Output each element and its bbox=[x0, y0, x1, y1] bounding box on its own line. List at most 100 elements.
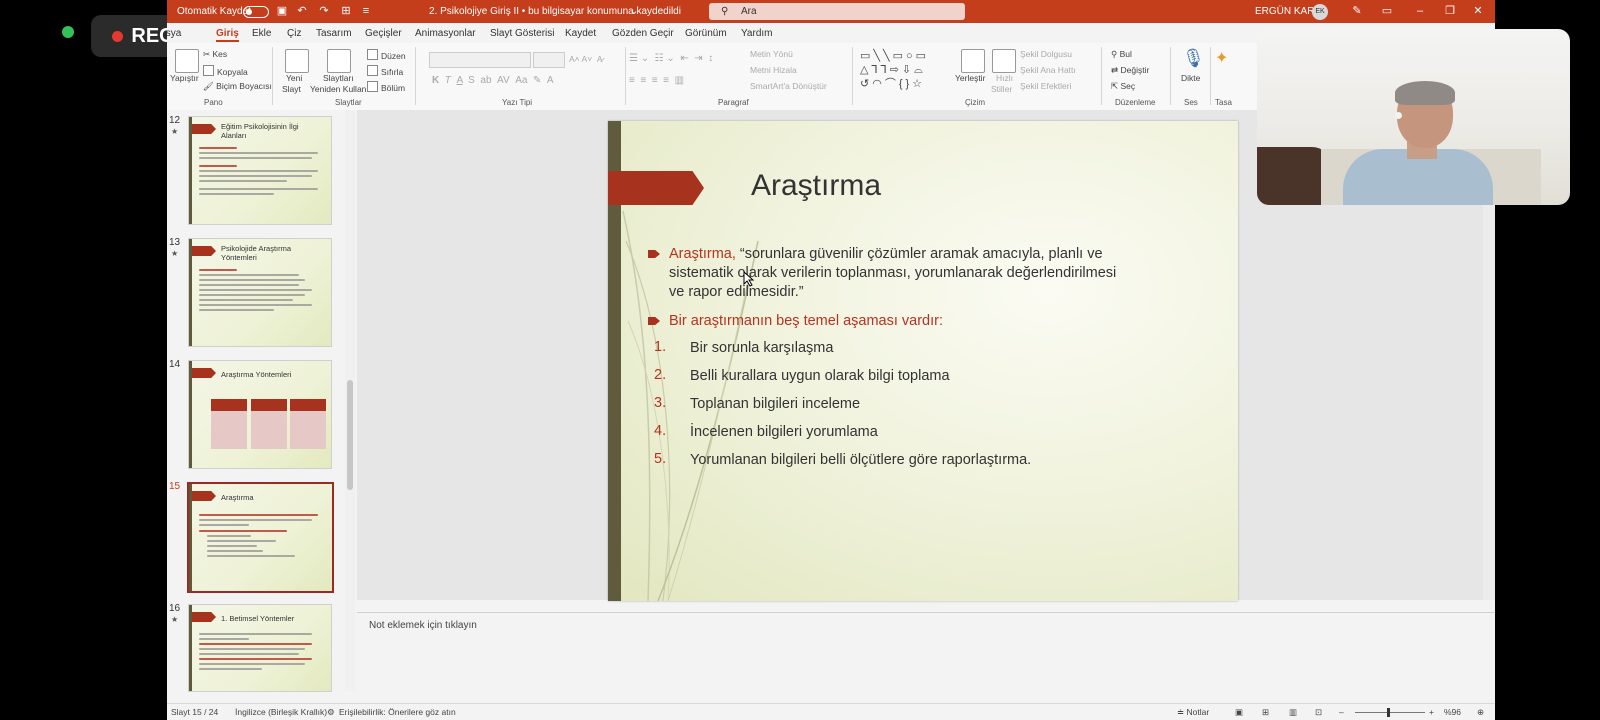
accessibility-icon[interactable]: ⚙ bbox=[327, 707, 335, 718]
font-size-buttons[interactable]: A˄ A˅ A̷ bbox=[569, 54, 603, 64]
reuse-slides-label2[interactable]: Yeniden Kullan bbox=[310, 84, 366, 94]
tab-ekle[interactable]: Ekle bbox=[252, 28, 271, 39]
tab-dosya[interactable]: Dosya bbox=[167, 28, 181, 39]
avatar[interactable]: EK bbox=[1312, 4, 1328, 20]
dictate-button[interactable]: Dikte bbox=[1181, 73, 1200, 83]
font-format-buttons[interactable]: K T A S ab AV Aa ✎ A bbox=[432, 75, 554, 86]
tab-gecisler[interactable]: Geçişler bbox=[365, 28, 402, 39]
document-title[interactable]: 2. Psikolojiye Giriş II • bu bilgisayar … bbox=[429, 6, 681, 17]
present-icon[interactable]: ⊞ bbox=[339, 4, 353, 18]
accessibility-status[interactable]: Erişilebilirlik: Önerilere göz atın bbox=[339, 707, 456, 717]
restore-icon[interactable]: ❐ bbox=[1443, 4, 1457, 18]
cut-button[interactable]: ✂ Kes bbox=[203, 49, 227, 60]
reuse-slides-icon[interactable] bbox=[327, 49, 351, 73]
current-slide[interactable]: Araştırma Araştırma, “sorunlara güvenili… bbox=[608, 121, 1238, 601]
slide-sorter-icon[interactable]: ⊞ bbox=[1262, 707, 1269, 718]
quick-styles-icon[interactable] bbox=[992, 49, 1016, 73]
shape-effects-button[interactable]: Şekil Efektleri bbox=[1020, 81, 1072, 91]
step-number: 5. bbox=[654, 451, 667, 467]
minimize-icon[interactable]: – bbox=[1413, 4, 1427, 18]
step-number: 2. bbox=[654, 367, 667, 383]
slide-thumbnail-12[interactable]: Eğitim Psikolojisinin İlgi Alanları bbox=[188, 116, 332, 225]
align-buttons[interactable]: ≡ ≡ ≡ ≡ ▥ bbox=[629, 75, 684, 86]
arrange-icon[interactable] bbox=[961, 49, 985, 73]
slide-thumbnail-14[interactable]: Araştırma Yöntemleri bbox=[188, 360, 332, 469]
save-icon[interactable]: ▣ bbox=[275, 4, 289, 18]
zoom-slider[interactable] bbox=[1355, 712, 1425, 713]
align-text-button[interactable]: Metni Hizala bbox=[750, 65, 797, 75]
shapes-gallery[interactable]: ▭╲╲▭○▭ △⅂⅂⇨⇩⌓ ↺◠⌒{}☆ bbox=[860, 49, 942, 90]
layout-icon bbox=[367, 49, 378, 60]
designer-icon[interactable]: ✦ bbox=[1215, 48, 1228, 68]
copy-button[interactable]: Kopyala bbox=[203, 65, 248, 77]
customize-toolbar-icon[interactable]: ≡ bbox=[359, 4, 373, 18]
slideshow-icon[interactable]: ⊡ bbox=[1315, 707, 1322, 718]
fit-to-window-icon[interactable]: ⊕ bbox=[1477, 707, 1484, 718]
paste-icon[interactable] bbox=[175, 49, 199, 73]
close-icon[interactable]: ✕ bbox=[1471, 4, 1485, 18]
shape-outline-button[interactable]: Şekil Ana Hattı bbox=[1020, 65, 1076, 75]
notes-placeholder: Not eklemek için tıklayın bbox=[369, 620, 477, 631]
new-slide-icon[interactable] bbox=[285, 49, 309, 73]
select-button[interactable]: ⇱ Seç bbox=[1111, 81, 1135, 92]
replace-button[interactable]: ⇄ Değiştir bbox=[1111, 65, 1149, 76]
search-icon: ⚲ bbox=[1111, 49, 1120, 59]
quick-styles-label[interactable]: Hızlı bbox=[996, 73, 1013, 83]
notes-pane[interactable]: Not eklemek için tıklayın bbox=[357, 612, 1495, 691]
chevron-down-icon[interactable]: ⌄ bbox=[627, 4, 641, 18]
reset-button[interactable]: Sıfırla bbox=[367, 65, 403, 77]
quick-styles-label2[interactable]: Stiller bbox=[991, 84, 1012, 94]
smartart-button[interactable]: SmartArt'a Dönüştür bbox=[750, 81, 827, 91]
tab-yardim[interactable]: Yardım bbox=[741, 28, 773, 39]
slide-title[interactable]: Araştırma bbox=[751, 169, 881, 203]
zoom-in-icon[interactable]: + bbox=[1429, 707, 1434, 717]
text-direction-button[interactable]: Metin Yönü bbox=[750, 49, 793, 59]
status-bar: Slayt 15 / 24 İngilizce (Birleşik Krallı… bbox=[167, 703, 1495, 720]
new-slide-label2[interactable]: Slayt bbox=[282, 84, 301, 94]
find-button[interactable]: ⚲ Bul bbox=[1111, 49, 1132, 60]
font-size-select[interactable] bbox=[533, 52, 565, 68]
zoom-slider-thumb[interactable] bbox=[1387, 708, 1390, 717]
slide-thumbnail-16[interactable]: 1. Betimsel Yöntemler bbox=[188, 604, 332, 692]
redo-icon[interactable]: ↷ bbox=[317, 4, 331, 18]
thumbnail-title: Eğitim Psikolojisinin İlgi Alanları bbox=[221, 122, 299, 140]
divider bbox=[852, 47, 853, 105]
search-box[interactable]: ⚲ Ara bbox=[709, 3, 965, 20]
tab-animasyonlar[interactable]: Animasyonlar bbox=[415, 28, 476, 39]
format-painter-label: Biçim Boyacısı bbox=[216, 81, 272, 91]
shape-fill-button[interactable]: Şekil Dolgusu bbox=[1020, 49, 1072, 59]
arrange-button[interactable]: Yerleştir bbox=[955, 73, 985, 83]
layout-button[interactable]: Düzen bbox=[367, 49, 406, 61]
paste-button[interactable]: Yapıştır bbox=[170, 73, 199, 83]
tab-ciz[interactable]: Çiz bbox=[287, 28, 301, 39]
format-painter-button[interactable]: 🖌 Biçim Boyacısı bbox=[203, 81, 272, 92]
pen-icon[interactable]: ✎ bbox=[1350, 4, 1364, 18]
new-slide-label[interactable]: Yeni bbox=[286, 73, 302, 83]
reading-view-icon[interactable]: ▥ bbox=[1289, 707, 1297, 718]
zoom-out-icon[interactable]: – bbox=[1339, 707, 1344, 717]
zoom-level[interactable]: %96 bbox=[1444, 707, 1461, 717]
copy-icon bbox=[203, 65, 214, 76]
divider bbox=[625, 47, 626, 105]
slide-thumbnail-13[interactable]: Psikolojide Araştırma Yöntemleri bbox=[188, 238, 332, 347]
autosave-toggle[interactable] bbox=[243, 6, 269, 18]
tab-tasarim[interactable]: Tasarım bbox=[316, 28, 352, 39]
normal-view-icon[interactable]: ▣ bbox=[1235, 707, 1243, 718]
ribbon-display-icon[interactable]: ▭ bbox=[1380, 4, 1394, 18]
tab-slayt-gosterisi[interactable]: Slayt Gösterisi bbox=[490, 28, 554, 39]
tab-giris[interactable]: Giriş bbox=[216, 28, 239, 42]
font-name-select[interactable] bbox=[429, 52, 531, 68]
tab-kaydet[interactable]: Kaydet bbox=[565, 28, 596, 39]
tab-gozden-gecir[interactable]: Gözden Geçir bbox=[612, 28, 674, 39]
reuse-slides-label[interactable]: Slaytları bbox=[323, 73, 354, 83]
notes-button[interactable]: ≐ Notlar bbox=[1177, 707, 1209, 718]
language-indicator[interactable]: İngilizce (Birleşik Krallık) bbox=[235, 707, 327, 717]
list-buttons[interactable]: ☰ ⌄ ☷ ⌄ ⇤ ⇥ ↕ bbox=[629, 53, 713, 64]
undo-icon[interactable]: ↶ bbox=[295, 4, 309, 18]
microphone-icon[interactable]: 🎙 bbox=[1182, 48, 1205, 69]
layout-label: Düzen bbox=[381, 51, 406, 61]
section-button[interactable]: Bölüm bbox=[367, 81, 405, 93]
thumbnails-scrollbar[interactable] bbox=[345, 110, 355, 690]
slide-thumbnail-15[interactable]: Araştırma bbox=[187, 482, 334, 593]
tab-gorunum[interactable]: Görünüm bbox=[685, 28, 727, 39]
